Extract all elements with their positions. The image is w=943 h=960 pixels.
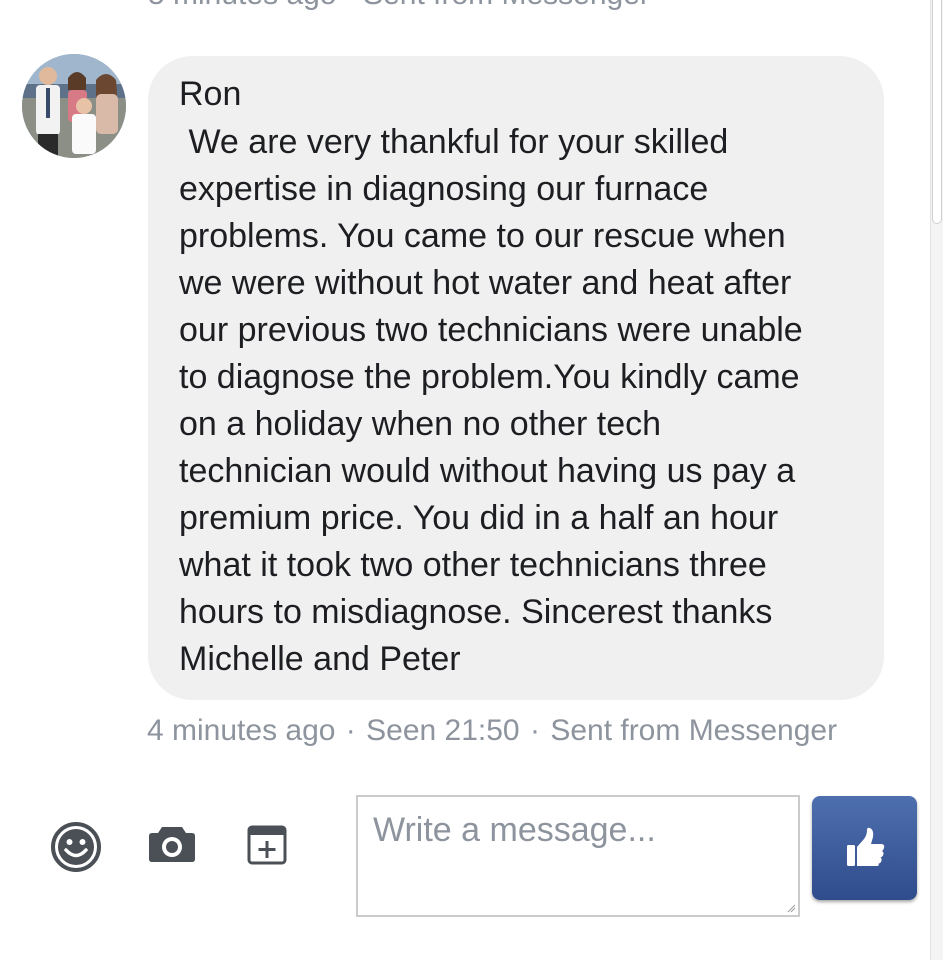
message-line: we were without hot water and heat after — [179, 264, 792, 302]
scrollbar-thumb[interactable] — [932, 0, 942, 224]
message-line: what it took two other technicians three — [179, 546, 767, 584]
scrollbar[interactable] — [930, 0, 943, 960]
message-line: We are very thankful for your skilled — [179, 123, 729, 161]
resize-grip-icon[interactable] — [787, 904, 796, 913]
message-line: problems. You came to our rescue when — [179, 217, 786, 255]
messenger-conversation: 5 minutes ago · Sent from Messenger Ron … — [0, 0, 943, 960]
sticker-add-icon[interactable] — [246, 824, 288, 866]
sent-from-source: Sent from Messenger — [550, 714, 838, 747]
message-line: expertise in diagnosing our furnace — [179, 170, 709, 208]
avatar-photo — [22, 54, 126, 158]
message-line: hours to misdiagnose. Sincerest thanks — [179, 593, 773, 631]
seen-status: Seen 21:50 — [366, 714, 520, 747]
message-line: to diagnose the problem.You kindly came — [179, 358, 800, 396]
sender-name: Ron — [179, 75, 242, 113]
camera-icon[interactable] — [147, 824, 197, 864]
message-bubble[interactable]: Ron We are very thankful for your skille… — [148, 56, 884, 700]
meta-separator: · — [345, 714, 356, 747]
avatar[interactable] — [22, 54, 126, 158]
meta-separator: · — [529, 714, 540, 747]
message-input[interactable] — [358, 797, 798, 915]
message-timestamp: 4 minutes ago — [147, 714, 336, 747]
message-line: technician would without having us pay a — [179, 452, 796, 490]
smiley-icon[interactable] — [50, 821, 102, 873]
previous-message-meta: 5 minutes ago · Sent from Messenger — [148, 0, 650, 12]
like-button[interactable] — [812, 796, 917, 900]
message-line: Michelle and Peter — [179, 640, 461, 678]
message-line: premium price. You did in a half an hour — [179, 499, 779, 537]
message-meta: 4 minutes ago · Seen 21:50 · Sent from M… — [147, 714, 837, 748]
message-composer[interactable] — [356, 795, 800, 917]
message-line: on a holiday when no other tech — [179, 405, 662, 443]
message-line: our previous two technicians were unable — [179, 311, 803, 349]
thumbs-up-icon — [846, 827, 884, 866]
